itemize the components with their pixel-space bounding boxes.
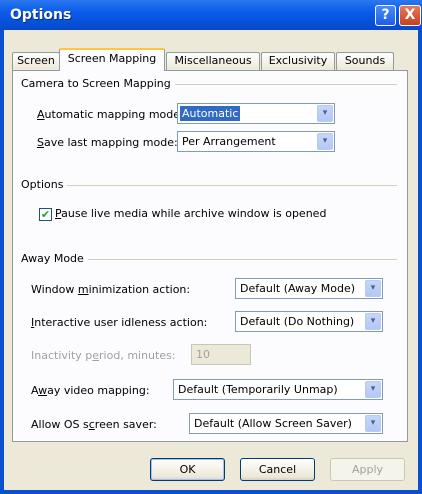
- tab-screen-mapping[interactable]: Screen Mapping: [59, 48, 165, 71]
- pause-live-media-checkbox[interactable]: ✔: [39, 208, 52, 221]
- allow-os-screen-saver-dropdown[interactable]: Default (Allow Screen Saver) ▾: [189, 413, 383, 434]
- chevron-down-icon[interactable]: ▾: [365, 381, 381, 398]
- inactivity-period-label: Inactivity period, minutes:: [31, 349, 176, 362]
- group-divider: [21, 185, 397, 186]
- window-minimization-action-value: Default (Away Mode): [240, 282, 356, 295]
- cancel-button[interactable]: Cancel: [240, 458, 315, 481]
- away-video-mapping-value: Default (Temporarily Unmap): [178, 383, 338, 396]
- inactivity-period-input[interactable]: 10: [191, 344, 251, 365]
- chevron-down-icon[interactable]: ▾: [317, 105, 333, 122]
- window-title: Options: [10, 7, 72, 23]
- tab-exclusivity[interactable]: Exclusivity: [261, 52, 335, 70]
- help-button[interactable]: ?: [375, 5, 396, 26]
- automatic-mapping-mode-dropdown[interactable]: Automatic ▾: [177, 103, 335, 124]
- options-group-label: Options: [21, 178, 68, 191]
- close-button[interactable]: X: [399, 5, 421, 26]
- allow-os-screen-saver-value: Default (Allow Screen Saver): [194, 417, 352, 430]
- save-last-mapping-mode-dropdown[interactable]: Per Arrangement ▾: [177, 131, 335, 152]
- automatic-mapping-mode-label: Automatic mapping mode:: [37, 108, 184, 121]
- allow-os-screen-saver-label: Allow OS screen saver:: [31, 418, 157, 431]
- ok-button[interactable]: OK: [150, 458, 225, 481]
- inactivity-period-value: 10: [196, 348, 210, 361]
- away-video-mapping-label: Away video mapping:: [31, 384, 150, 397]
- title-bar[interactable]: Options ? X: [0, 0, 422, 30]
- save-last-mapping-mode-label: Save last mapping mode:: [37, 136, 178, 149]
- screen-mapping-panel: Camera to Screen Mapping Automatic mappi…: [12, 70, 408, 442]
- window-minimization-action-dropdown[interactable]: Default (Away Mode) ▾: [235, 278, 383, 299]
- save-last-mapping-mode-value: Per Arrangement: [182, 135, 276, 148]
- away-mode-group-label: Away Mode: [21, 252, 88, 265]
- chevron-down-icon[interactable]: ▾: [317, 133, 333, 150]
- camera-mapping-group-label: Camera to Screen Mapping: [21, 77, 175, 90]
- window-minimization-action-label: Window minimization action:: [31, 283, 191, 296]
- dialog-client-area: Screen Screen Mapping Miscellaneous Excl…: [4, 30, 418, 490]
- away-video-mapping-dropdown[interactable]: Default (Temporarily Unmap) ▾: [173, 379, 383, 400]
- interactive-idleness-action-value: Default (Do Nothing): [240, 315, 355, 328]
- options-dialog: Options ? X Screen Screen Mapping Miscel…: [0, 0, 422, 494]
- interactive-idleness-action-label: Interactive user idleness action:: [31, 316, 208, 329]
- chevron-down-icon[interactable]: ▾: [365, 415, 381, 432]
- apply-button[interactable]: Apply: [330, 458, 405, 481]
- tab-screen[interactable]: Screen: [12, 52, 60, 70]
- tab-miscellaneous[interactable]: Miscellaneous: [166, 52, 260, 70]
- tab-sounds[interactable]: Sounds: [336, 52, 394, 70]
- chevron-down-icon[interactable]: ▾: [365, 313, 381, 330]
- chevron-down-icon[interactable]: ▾: [365, 280, 381, 297]
- pause-live-media-label[interactable]: Pause live media while archive window is…: [55, 207, 326, 220]
- interactive-idleness-action-dropdown[interactable]: Default (Do Nothing) ▾: [235, 311, 383, 332]
- automatic-mapping-mode-value: Automatic: [180, 106, 241, 121]
